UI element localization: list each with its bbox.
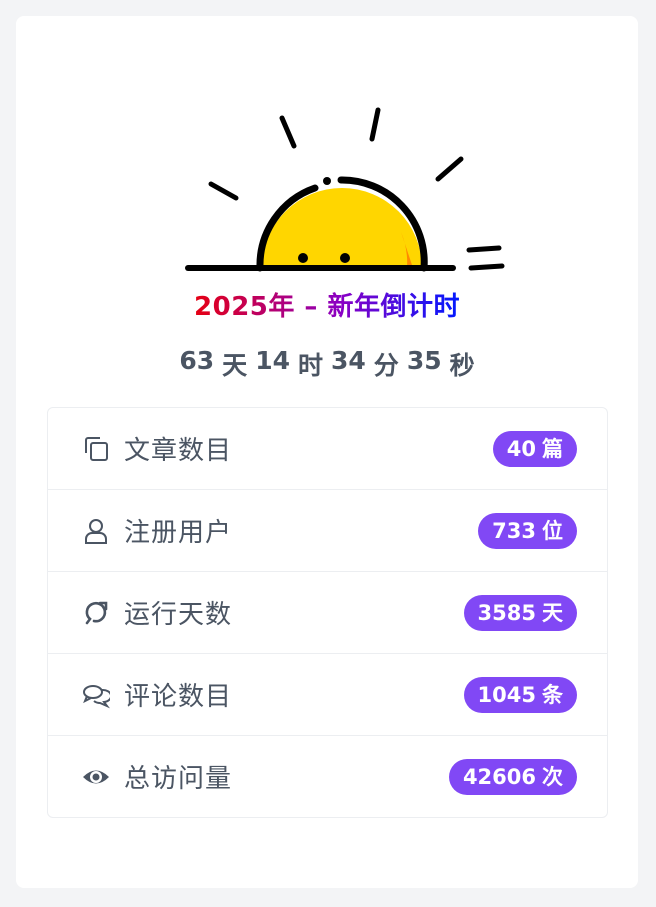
- stat-row-runtime: 运行天数 3585 天: [48, 572, 607, 654]
- stat-unit: 次: [542, 764, 563, 789]
- stat-label: 总访问量: [124, 764, 233, 794]
- user-icon: [82, 517, 110, 545]
- stat-unit: 位: [542, 518, 563, 543]
- stat-row-comments: 评论数目 1045 条: [48, 654, 607, 736]
- countdown-minutes-unit: 分: [373, 351, 399, 380]
- stat-value: 1045: [477, 682, 536, 707]
- stat-unit: 篇: [542, 436, 563, 461]
- countdown-title-text: 2025年 – 新年倒计时: [194, 292, 460, 322]
- stat-label: 注册用户: [124, 518, 233, 548]
- countdown-hours: 14: [255, 346, 290, 375]
- sunrise-illustration: [169, 92, 509, 282]
- stat-badge: 3585 天: [463, 594, 577, 631]
- stat-value: 42606: [462, 764, 536, 789]
- stat-row-visits: 总访问量 42606 次: [48, 736, 607, 817]
- stat-badge: 42606 次: [448, 758, 577, 795]
- stat-row-articles: 文章数目 40 篇: [48, 408, 607, 490]
- countdown-seconds-unit: 秒: [449, 351, 475, 380]
- stat-value: 40: [506, 436, 536, 461]
- stat-unit: 条: [542, 682, 563, 707]
- stat-label: 文章数目: [124, 436, 233, 466]
- countdown-hours-unit: 时: [297, 351, 323, 380]
- stat-unit: 天: [542, 600, 563, 625]
- countdown-title: 2025年 – 新年倒计时: [16, 286, 638, 323]
- loop-icon: [82, 599, 110, 627]
- stat-label: 运行天数: [124, 600, 233, 630]
- countdown-days-unit: 天: [222, 351, 248, 380]
- countdown-days: 63: [179, 346, 215, 375]
- site-stats-card: 2025年 – 新年倒计时 63 天 14 时 34 分 35 秒 文章数目 4…: [16, 16, 638, 888]
- stat-label: 评论数目: [124, 682, 233, 712]
- eye-icon: [82, 763, 110, 791]
- stat-row-users: 注册用户 733 位: [48, 490, 607, 572]
- stat-badge: 733 位: [478, 512, 577, 549]
- stat-badge: 40 篇: [492, 430, 577, 467]
- comments-icon: [82, 681, 113, 709]
- countdown-minutes: 34: [331, 346, 366, 375]
- countdown-timer: 63 天 14 时 34 分 35 秒: [16, 346, 638, 382]
- stat-value: 3585: [477, 600, 536, 625]
- copy-icon: [82, 435, 110, 463]
- countdown-seconds: 35: [406, 346, 442, 375]
- stat-badge: 1045 条: [463, 676, 577, 713]
- stat-value: 733: [492, 518, 536, 543]
- stats-list: 文章数目 40 篇 注册用户 733 位 运行天数 3585 天 评论数目 10…: [47, 407, 608, 818]
